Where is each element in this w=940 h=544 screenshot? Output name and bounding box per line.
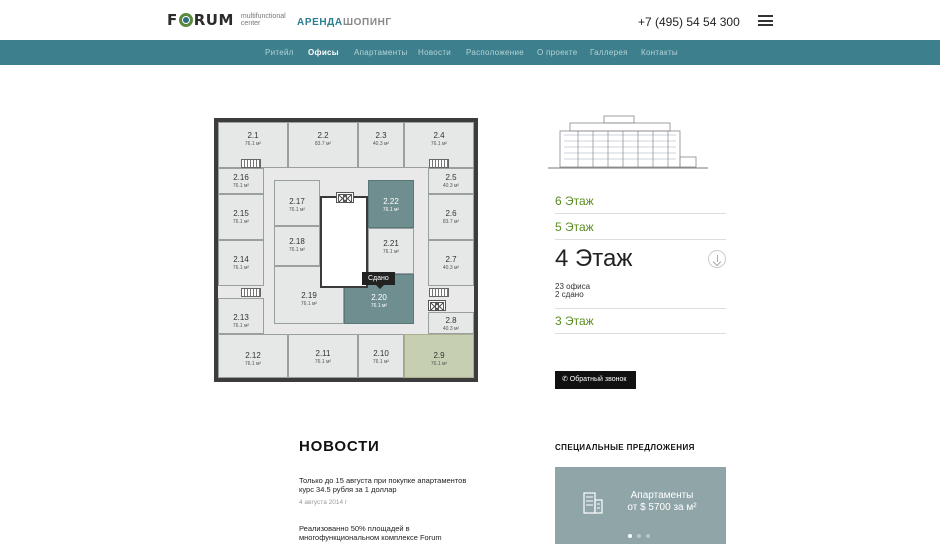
stairs-icon [429,159,449,168]
logo[interactable]: F RUM multifunctional center [167,11,291,29]
rent-link[interactable]: АРЕНДА [297,17,343,28]
nav-item-retail[interactable]: Ритейл [265,48,294,57]
floor-3-row[interactable]: 3 Этаж [555,312,726,334]
carousel-dot[interactable] [637,534,641,538]
news-heading: НОВОСТИ [299,438,380,455]
office-2-18[interactable]: 2.18 76.1 м² [274,226,320,266]
nav-item-offices[interactable]: Офисы [308,48,339,57]
floor-plan: 2.1 76.1 м² 2.2 83.7 м² 2.3 40.3 м² 2.4 76.1… [214,118,478,382]
office-2-10[interactable]: 2.10 76.1 м² [358,334,404,378]
site-header: F RUM multifunctional center АРЕНДА ШОПИН… [0,0,940,40]
elevator-icon [336,192,354,203]
office-2-12[interactable]: 2.12 76.1 м² [218,334,288,378]
office-2-14[interactable]: 2.14 76.1 м² [218,240,264,286]
news-date: 4 августа 2014 г [299,499,348,506]
office-2-6[interactable]: 2.6 83.7 м² [428,194,474,240]
stairs-icon [429,288,449,297]
office-2-22[interactable]: 2.22 76.1 м² [368,180,414,228]
office-2-13[interactable]: 2.13 76.1 м² [218,298,264,334]
nav-item-location[interactable]: Расположение [466,48,524,57]
office-2-7[interactable]: 2.7 40.3 м² [428,240,474,286]
logo-mark-icon [178,13,193,27]
office-2-3[interactable]: 2.3 40.3 м² [358,122,404,168]
nav-item-apartments[interactable]: Апартаменты [354,48,408,57]
stairs-icon [241,159,261,168]
offers-heading: СПЕЦИАЛЬНЫЕ ПРЕДЛОЖЕНИЯ [555,443,695,452]
rented-count: 2 сдано [555,290,584,299]
phone-number[interactable]: +7 (495) 54 54 300 [638,15,740,29]
nav-item-news[interactable]: Новости [418,48,451,57]
office-2-16[interactable]: 2.16 76.1 м² [218,168,264,194]
divider [555,308,726,309]
callback-button[interactable]: ✆ Обратный звонок [555,371,636,389]
logo-subtitle: multifunctional center [240,13,286,27]
hamburger-icon[interactable] [758,15,773,26]
office-2-2[interactable]: 2.2 83.7 м² [288,122,358,168]
offer-title: Апартаменты [630,490,694,501]
office-2-11[interactable]: 2.11 76.1 м² [288,334,358,378]
elevator-icon [428,300,446,311]
floor-6-row[interactable]: 6 Этаж [555,192,726,214]
nav-item-contacts[interactable]: Контакты [641,48,678,57]
floor-5-link[interactable]: 5 Этаж [555,220,594,234]
carousel-dot[interactable] [628,534,632,538]
nav-item-about[interactable]: О проекте [537,48,577,57]
shopping-link[interactable]: ШОПИНГ [343,17,392,28]
offer-card[interactable]: Апартаменты от $ 5700 за м² [555,467,726,544]
offer-price: от $ 5700 за м² [627,502,697,513]
office-2-9[interactable]: 2.9 76.1 м² [404,334,474,378]
floor-3-link[interactable]: 3 Этаж [555,314,594,328]
office-2-21[interactable]: 2.21 76.1 м² [368,228,414,274]
apartment-building-icon [583,492,603,514]
offer-text: Апартаменты от $ 5700 за м² [617,490,707,514]
office-2-15[interactable]: 2.15 76.1 м² [218,194,264,240]
carousel-dots [628,534,650,538]
rented-tooltip: Сдано [362,272,395,289]
building-illustration [548,115,708,169]
news-item-link[interactable]: Только до 15 августа при покупке апартам… [299,476,474,494]
floor-6-link[interactable]: 6 Этаж [555,194,594,208]
logo-wordmark: F RUM [167,11,234,29]
floor-5-row[interactable]: 5 Этаж [555,218,726,240]
stairs-icon [241,288,261,297]
carousel-dot[interactable] [646,534,650,538]
main-nav: Ритейл Офисы Апартаменты Новости Располо… [0,40,940,65]
nav-item-gallery[interactable]: Галлерея [590,48,628,57]
download-icon[interactable] [708,250,726,268]
current-floor-title: 4 Этаж [555,245,633,272]
office-2-17[interactable]: 2.17 76.1 м² [274,180,320,226]
building-core [320,196,368,288]
office-2-8[interactable]: 2.8 40.3 м² [428,312,474,334]
news-item-link[interactable]: Реализованно 50% площадей в многофункцио… [299,524,474,542]
office-2-5[interactable]: 2.5 40.3 м² [428,168,474,194]
